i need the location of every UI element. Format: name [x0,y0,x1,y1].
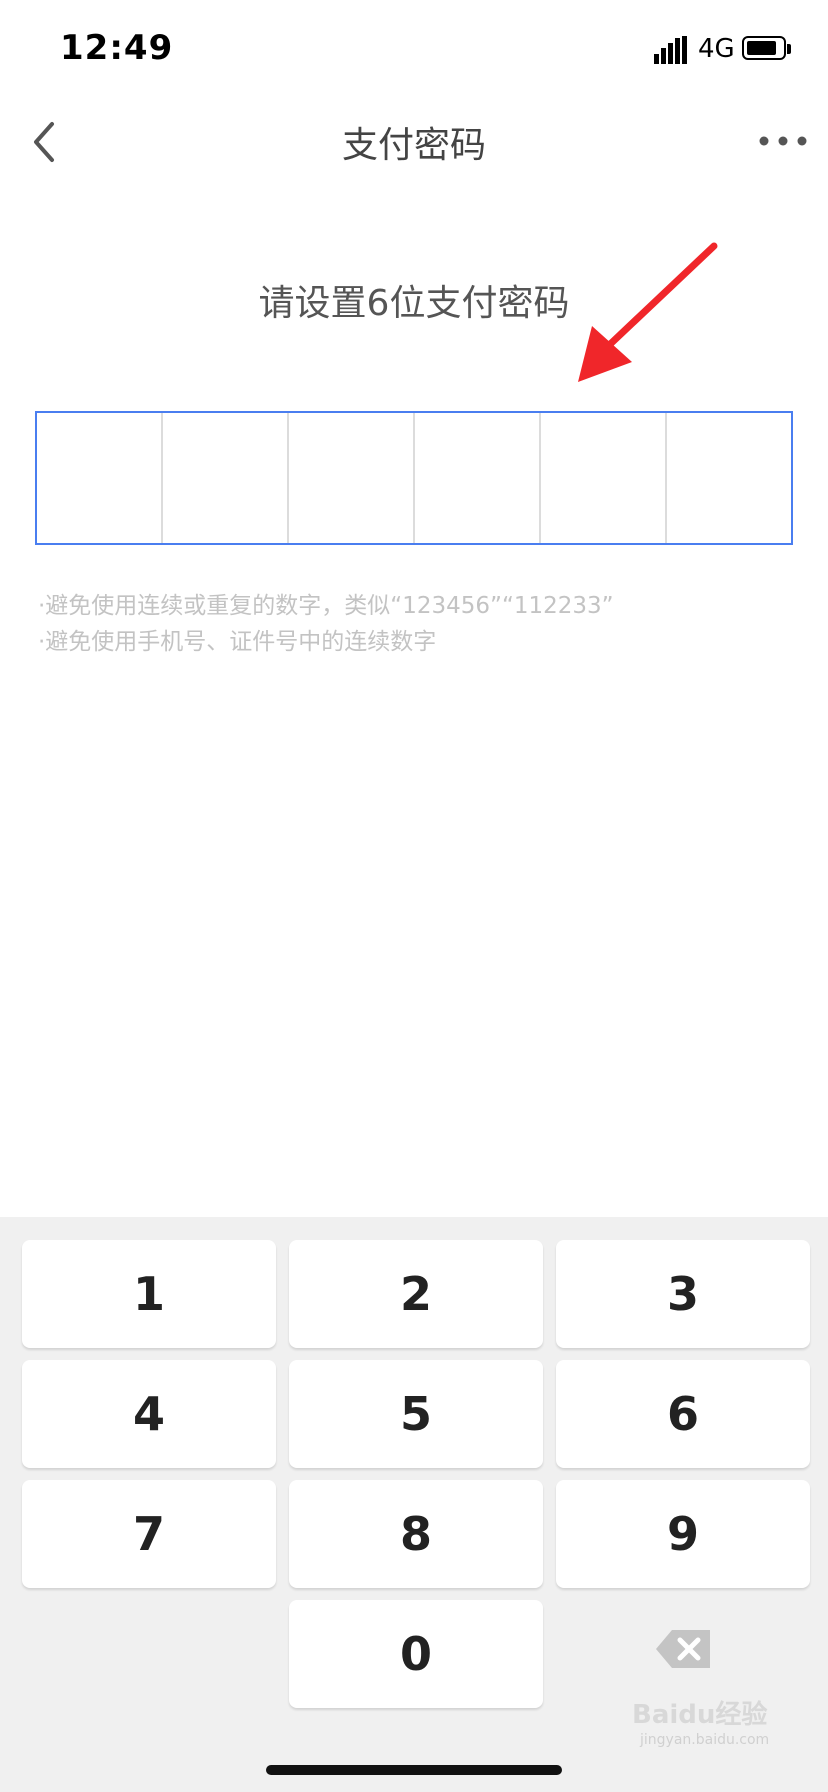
password-digit-cell [415,413,541,543]
watermark: Baidu经验 [632,1700,768,1730]
battery-icon [742,36,791,60]
password-digit-cell [163,413,289,543]
key-3[interactable]: 3 [556,1240,810,1348]
page-title: 支付密码 [341,125,486,166]
key-6[interactable]: 6 [556,1360,810,1468]
status-time: 12:49 [60,28,174,68]
network-type: 4G [698,34,735,64]
password-input[interactable] [35,411,793,545]
more-dots-icon[interactable] [758,128,808,154]
key-7[interactable]: 7 [22,1480,276,1588]
status-bar: 12:49 4G [0,0,828,100]
home-indicator [266,1765,562,1775]
password-digit-cell [541,413,667,543]
watermark-url: jingyan.baidu.com [640,1732,770,1748]
key-8[interactable]: 8 [289,1480,543,1588]
password-digit-cell [37,413,163,543]
key-0[interactable]: 0 [289,1600,543,1708]
annotation-arrow-icon [578,242,718,382]
key-1[interactable]: 1 [22,1240,276,1348]
key-4[interactable]: 4 [22,1360,276,1468]
password-tips: ·避免使用连续或重复的数字，类似“123456”“112233” ·避免使用手机… [38,588,614,660]
tip-line: ·避免使用连续或重复的数字，类似“123456”“112233” [38,593,614,619]
nav-bar: 支付密码 [0,100,828,184]
key-2[interactable]: 2 [289,1240,543,1348]
key-5[interactable]: 5 [289,1360,543,1468]
signal-icon [654,36,687,64]
tip-line: ·避免使用手机号、证件号中的连续数字 [38,629,437,655]
backspace-icon[interactable] [656,1628,710,1670]
password-digit-cell [667,413,791,543]
password-digit-cell [289,413,415,543]
key-9[interactable]: 9 [556,1480,810,1588]
